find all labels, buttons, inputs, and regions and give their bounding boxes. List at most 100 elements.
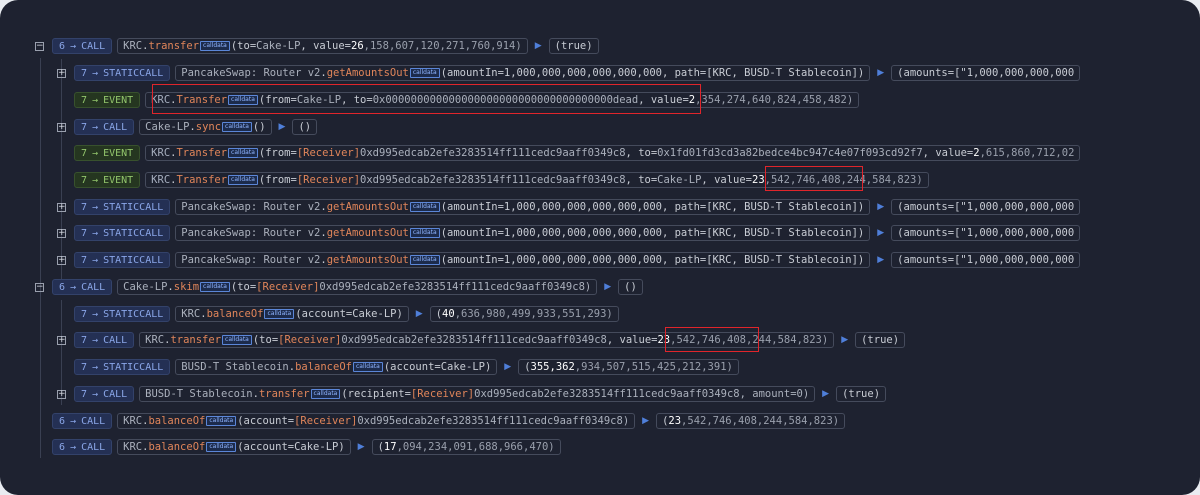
call-result: (amounts=["1,000,000,000,000 xyxy=(891,252,1081,268)
trace-row[interactable]: + 7 → CALL Cake-LP. sync calldata() ▶ () xyxy=(57,117,318,137)
play-arrow-icon: ▶ xyxy=(504,362,512,372)
call-type-tag: 7 → CALL xyxy=(74,332,135,348)
call-result: (40,636,980,499,933,551,293) xyxy=(429,306,619,322)
call-signature[interactable]: KRC. balanceOf calldata (account=Cake-LP) xyxy=(117,439,351,455)
call-type-tag: 7 → CALL xyxy=(74,119,135,135)
call-type-tag: 7 → STATICCALL xyxy=(74,225,171,241)
calldata-badge[interactable]: calldata xyxy=(409,202,440,212)
call-signature[interactable]: KRC. transfer calldata (to= [Receiver] 0xd995… xyxy=(139,332,835,348)
call-signature[interactable]: KRC. balanceOf calldata (account=Cake-LP) xyxy=(175,306,409,322)
call-signature[interactable]: KRC. transfer calldata (to= Cake-LP, value= 2… xyxy=(117,38,528,54)
call-result: (amounts=["1,000,000,000,000 xyxy=(891,225,1081,241)
play-arrow-icon: ▶ xyxy=(415,309,423,319)
call-signature[interactable]: PancakeSwap: Router v2. getAmountsOut call… xyxy=(175,65,871,81)
calldata-badge[interactable]: calldata xyxy=(200,41,230,51)
call-signature[interactable]: BUSD-T Stablecoin. transfer calldata (recip… xyxy=(139,386,816,402)
trace-row[interactable]: + 7 → CALL KRC. transfer calldata (to= [Receiv… xyxy=(57,330,906,350)
trace-row[interactable]: 6 → CALL KRC. balanceOf calldata (account=Cak… xyxy=(52,437,561,457)
call-result: (23,542,746,408,244,584,823) xyxy=(656,413,846,429)
expand-toggle[interactable]: + xyxy=(57,202,66,212)
trace-row[interactable]: − 6 → CALL KRC. transfer calldata (to= Cake-LP… xyxy=(35,36,599,56)
expand-toggle[interactable]: + xyxy=(57,255,66,265)
call-result: (355,362,934,507,515,425,212,391) xyxy=(518,359,739,375)
calldata-badge[interactable]: calldata xyxy=(206,442,237,452)
play-arrow-icon: ▶ xyxy=(822,389,830,399)
call-result: (true) xyxy=(836,386,887,402)
call-type-tag: 6 → CALL xyxy=(52,439,113,455)
call-type-tag: 7 → CALL xyxy=(74,386,135,402)
trace-row[interactable]: + 7 → STATICCALL PancakeSwap: Router v2. ge… xyxy=(57,197,1081,217)
trace-panel: − 6 → CALL KRC. transfer calldata (to= Cake-LP… xyxy=(0,0,1200,495)
play-arrow-icon: ▶ xyxy=(877,228,885,238)
calldata-badge[interactable]: calldata xyxy=(206,416,237,426)
trace-row[interactable]: 7 → STATICCALL KRC. balanceOf calldata (accou… xyxy=(74,304,619,324)
expand-toggle[interactable]: + xyxy=(57,122,66,132)
event-signature[interactable]: KRC. Transfer calldata (from= [Receiver] 0xd9… xyxy=(145,145,1081,161)
event-type-tag: 7 → EVENT xyxy=(74,172,141,188)
indent-guide xyxy=(40,58,41,458)
call-result: (true) xyxy=(855,332,906,348)
call-signature[interactable]: KRC. balanceOf calldata (account= [Receiver]… xyxy=(117,413,636,429)
expand-toggle[interactable]: + xyxy=(57,228,66,238)
call-signature[interactable]: BUSD-T Stablecoin. balanceOf calldata (acco… xyxy=(175,359,498,375)
call-signature[interactable]: Cake-LP. skim calldata (to= [Receiver] 0xd995… xyxy=(117,279,598,295)
call-type-tag: 6 → CALL xyxy=(52,413,113,429)
call-type-tag: 7 → STATICCALL xyxy=(74,252,171,268)
trace-row[interactable]: + 7 → STATICCALL PancakeSwap: Router v2. ge… xyxy=(57,223,1081,243)
indent-guide xyxy=(61,59,62,279)
event-signature[interactable]: KRC. Transfer calldata (from= [Receiver] 0xd9… xyxy=(145,172,929,188)
trace-row[interactable]: 7 → EVENT KRC. Transfer calldata (from= [Recei… xyxy=(74,170,929,190)
call-type-tag: 7 → STATICCALL xyxy=(74,306,171,322)
calldata-badge[interactable]: calldata xyxy=(228,175,258,185)
play-arrow-icon: ▶ xyxy=(877,202,885,212)
event-type-tag: 7 → EVENT xyxy=(74,92,141,108)
trace-row[interactable]: + 7 → STATICCALL PancakeSwap: Router v2. ge… xyxy=(57,250,1081,270)
trace-row[interactable]: 7 → STATICCALL BUSD-T Stablecoin. balanceOf… xyxy=(74,357,739,377)
call-result: (17,094,234,091,688,966,470) xyxy=(371,439,561,455)
collapse-toggle[interactable]: − xyxy=(35,282,44,292)
event-signature[interactable]: KRC. Transfer calldata (from= Cake-LP, to= 0x… xyxy=(145,92,860,108)
call-result: (amounts=["1,000,000,000,000 xyxy=(891,65,1081,81)
call-type-tag: 7 → STATICCALL xyxy=(74,359,171,375)
play-arrow-icon: ▶ xyxy=(877,255,885,265)
calldata-badge[interactable]: calldata xyxy=(228,95,258,105)
call-signature[interactable]: PancakeSwap: Router v2. getAmountsOut call… xyxy=(175,199,871,215)
call-type-tag: 7 → STATICCALL xyxy=(74,65,171,81)
trace-row[interactable]: 7 → EVENT KRC. Transfer calldata (from= [Recei… xyxy=(74,143,1081,163)
calldata-badge[interactable]: calldata xyxy=(409,255,440,265)
play-arrow-icon: ▶ xyxy=(604,282,612,292)
play-arrow-icon: ▶ xyxy=(877,68,885,78)
calldata-badge[interactable]: calldata xyxy=(409,228,440,238)
play-arrow-icon: ▶ xyxy=(534,41,542,51)
call-type-tag: 6 → CALL xyxy=(52,279,113,295)
trace-row[interactable]: + 7 → STATICCALL PancakeSwap: Router v2. ge… xyxy=(57,63,1081,83)
call-type-tag: 6 → CALL xyxy=(52,38,113,54)
play-arrow-icon: ▶ xyxy=(642,416,650,426)
call-result: (true) xyxy=(548,38,599,54)
calldata-badge[interactable]: calldata xyxy=(409,68,440,78)
call-result: () xyxy=(292,119,318,135)
expand-toggle[interactable]: + xyxy=(57,68,66,78)
call-signature[interactable]: Cake-LP. sync calldata() xyxy=(139,119,272,135)
expand-toggle[interactable]: + xyxy=(57,389,66,399)
call-signature[interactable]: PancakeSwap: Router v2. getAmountsOut call… xyxy=(175,252,871,268)
calldata-badge[interactable]: calldata xyxy=(310,389,341,399)
call-result: (amounts=["1,000,000,000,000 xyxy=(891,199,1081,215)
call-result: () xyxy=(618,279,643,295)
call-signature[interactable]: PancakeSwap: Router v2. getAmountsOut call… xyxy=(175,225,871,241)
calldata-badge[interactable]: calldata xyxy=(352,362,383,372)
trace-row[interactable]: 7 → EVENT KRC. Transfer calldata (from= Cake-L… xyxy=(74,90,860,110)
trace-row[interactable]: − 6 → CALL Cake-LP. skim calldata (to= [Receiv… xyxy=(35,277,643,297)
calldata-badge[interactable]: calldata xyxy=(264,309,295,319)
expand-toggle[interactable]: + xyxy=(57,335,66,345)
play-arrow-icon: ▶ xyxy=(278,122,286,132)
calldata-badge[interactable]: calldata xyxy=(228,148,258,158)
event-type-tag: 7 → EVENT xyxy=(74,145,141,161)
calldata-badge[interactable]: calldata xyxy=(222,122,252,132)
trace-row[interactable]: + 7 → CALL BUSD-T Stablecoin. transfer calld… xyxy=(57,384,887,404)
play-arrow-icon: ▶ xyxy=(357,442,365,452)
calldata-badge[interactable]: calldata xyxy=(222,335,252,345)
trace-row[interactable]: 6 → CALL KRC. balanceOf calldata (account= [Re… xyxy=(52,411,846,431)
collapse-toggle[interactable]: − xyxy=(35,41,44,51)
calldata-badge[interactable]: calldata xyxy=(200,282,230,292)
